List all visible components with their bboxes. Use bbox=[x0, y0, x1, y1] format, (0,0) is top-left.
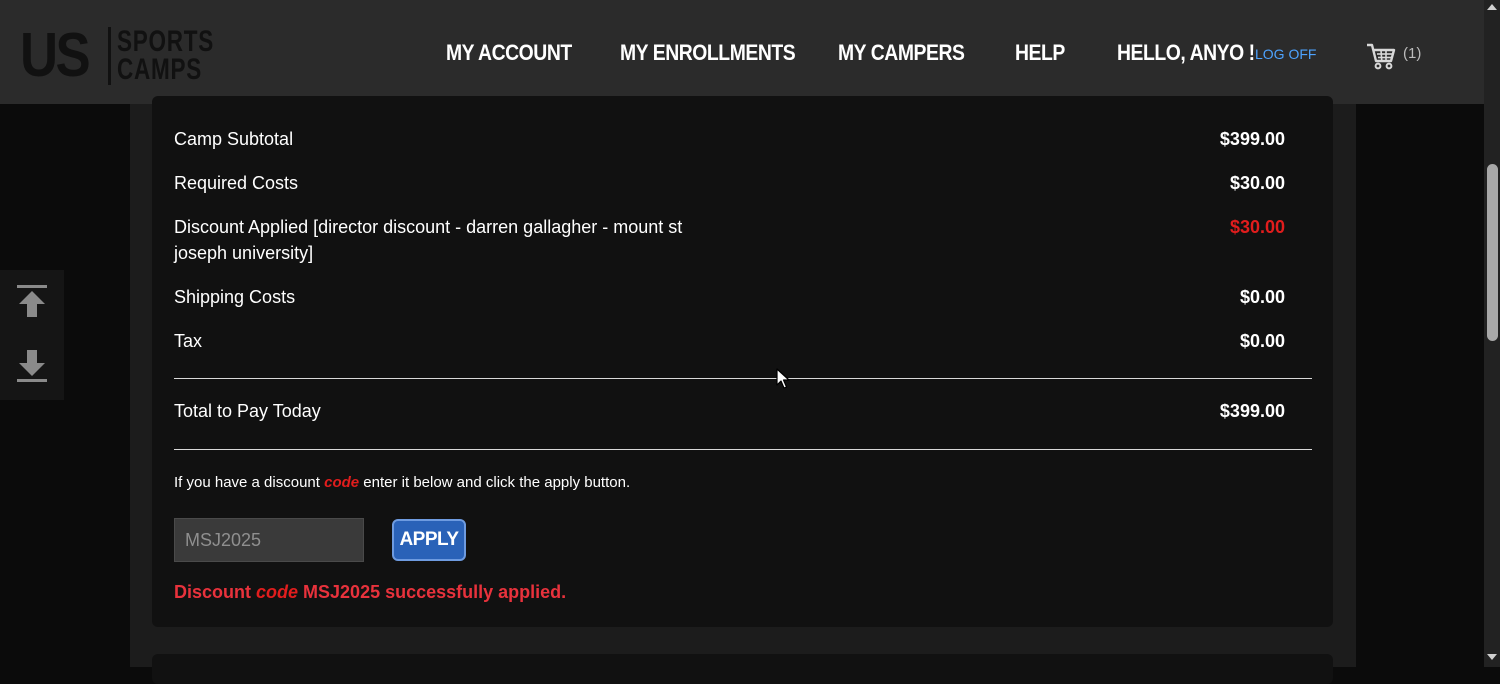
discount-applied-value: $30.00 bbox=[1229, 217, 1285, 237]
tax-label: Tax bbox=[174, 331, 203, 351]
us-sports-camps-logo[interactable]: US SPORTS CAMPS bbox=[20, 21, 215, 90]
scroll-down-arrow-icon[interactable] bbox=[1487, 654, 1497, 660]
logo-divider bbox=[108, 27, 111, 85]
success-after: MSJ2025 successfully applied. bbox=[298, 582, 567, 602]
logo-words: SPORTS CAMPS bbox=[117, 25, 215, 86]
mouse-cursor-icon bbox=[776, 368, 790, 389]
discount-hint-before: If you have a discount bbox=[174, 474, 325, 491]
discount-success-message: Discount code MSJ2025 successfully appli… bbox=[174, 580, 566, 604]
shipping-costs-label: Shipping Costs bbox=[174, 287, 296, 307]
shipping-costs-value: $0.00 bbox=[1239, 287, 1285, 307]
cart-count[interactable]: (1) bbox=[1403, 46, 1421, 62]
logoff-link[interactable]: LOG OFF bbox=[1255, 46, 1316, 62]
scrollbar-thumb[interactable] bbox=[1487, 164, 1498, 341]
discount-applied-label: Discount Applied [director discount - da… bbox=[174, 217, 683, 263]
next-section-card bbox=[152, 654, 1333, 684]
discount-hint-code: code bbox=[324, 474, 360, 491]
required-costs-value: $30.00 bbox=[1229, 173, 1285, 193]
scroll-to-bottom-icon[interactable] bbox=[16, 348, 48, 384]
nav-my-enrollments[interactable]: MY ENROLLMENTS bbox=[620, 40, 796, 66]
logo-us-text: US bbox=[20, 21, 91, 90]
tax-value: $0.00 bbox=[1239, 331, 1285, 351]
camp-subtotal-value: $399.00 bbox=[1219, 129, 1285, 149]
required-costs-label: Required Costs bbox=[174, 173, 299, 193]
discount-code-input[interactable] bbox=[174, 518, 364, 562]
camp-subtotal-label: Camp Subtotal bbox=[174, 129, 294, 149]
scroll-up-arrow-icon[interactable] bbox=[1487, 4, 1497, 10]
divider-bottom bbox=[174, 449, 1312, 450]
nav-greeting: HELLO, ANYO ! bbox=[1117, 40, 1255, 65]
scroll-to-top-icon[interactable] bbox=[16, 284, 48, 320]
scroll-tools-panel bbox=[0, 270, 64, 400]
discount-hint: If you have a discount code enter it bel… bbox=[174, 473, 630, 493]
nav-my-campers[interactable]: MY CAMPERS bbox=[838, 40, 965, 66]
divider-top bbox=[174, 378, 1312, 379]
logo-sports-text: SPORTS bbox=[117, 25, 215, 58]
discount-hint-after: enter it below and click the apply butto… bbox=[359, 474, 631, 491]
nav-help[interactable]: HELP bbox=[1015, 40, 1065, 66]
success-code: code bbox=[256, 582, 299, 602]
total-label: Total to Pay Today bbox=[174, 401, 321, 421]
nav-my-account[interactable]: MY ACCOUNT bbox=[446, 40, 572, 66]
success-before: Discount bbox=[174, 582, 257, 602]
logo-camps-text: CAMPS bbox=[117, 53, 203, 86]
shopping-cart-icon[interactable] bbox=[1365, 40, 1397, 72]
apply-button[interactable]: APPLY bbox=[392, 519, 466, 561]
total-value: $399.00 bbox=[1219, 401, 1285, 421]
